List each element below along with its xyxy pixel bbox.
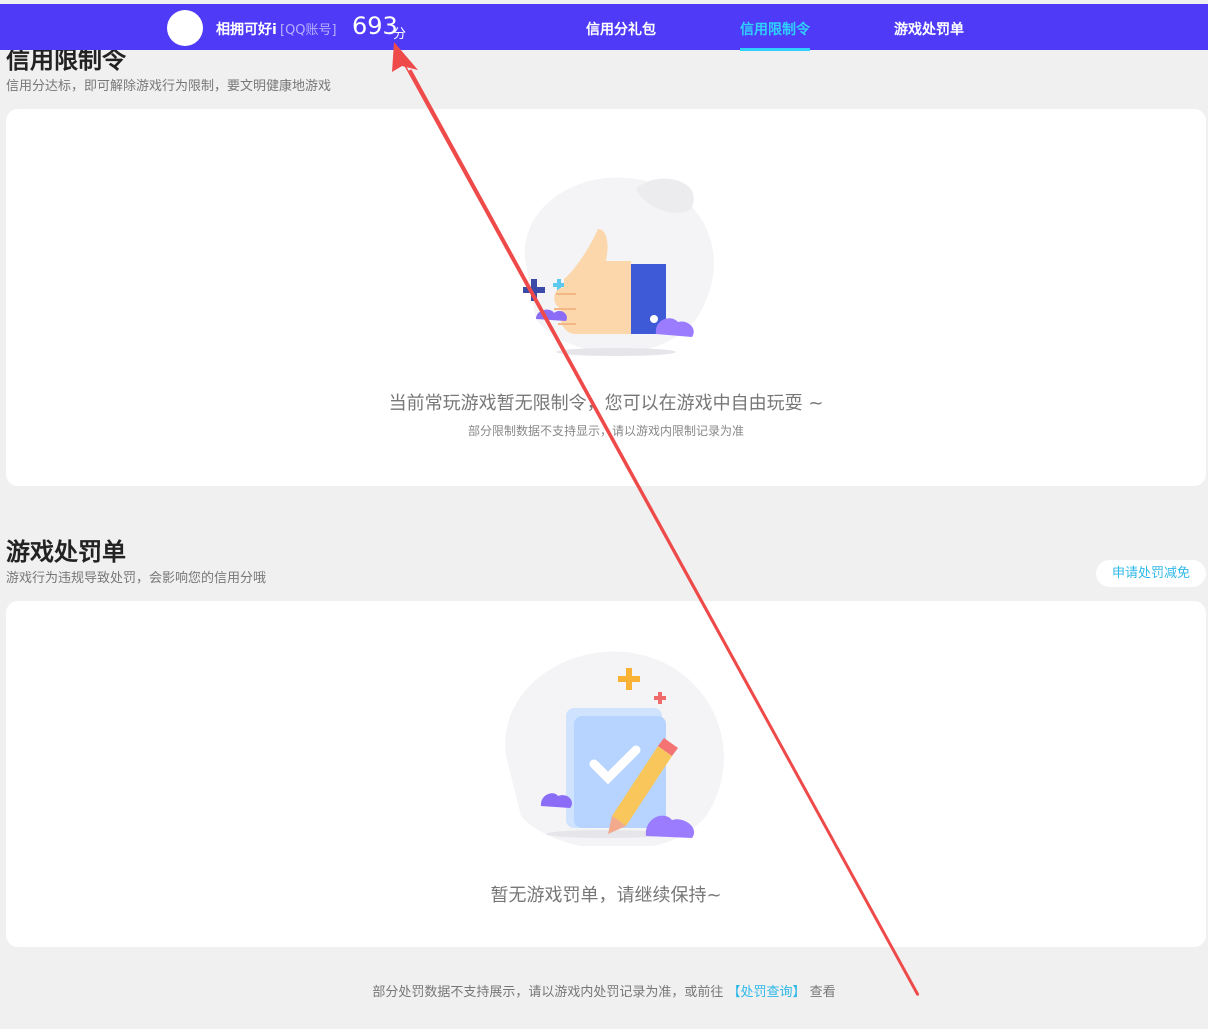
username: 相拥可好i <box>216 22 277 38</box>
penalty-section-desc: 游戏行为违规导致处罚，会影响您的信用分哦 <box>6 571 267 586</box>
nav-game-penalty[interactable]: 游戏处罚单 <box>894 19 964 39</box>
user-avatar[interactable] <box>167 10 203 46</box>
penalty-empty-message: 暂无游戏罚单，请继续保持~ <box>490 885 722 906</box>
credit-score: 693 <box>352 12 398 40</box>
top-navigation-bar: 相拥可好i [QQ账号] 693 分 信用分礼包 信用限制令 游戏处罚单 <box>0 4 1208 51</box>
apply-penalty-reduction-button[interactable]: 申请处罚减免 <box>1096 560 1206 587</box>
credit-score-unit: 分 <box>393 27 407 42</box>
restriction-empty-subtext: 部分限制数据不支持显示，请以游戏内限制记录为准 <box>467 424 744 438</box>
thumbs-up-illustration-icon <box>523 177 714 356</box>
footer-suffix: 查看 <box>809 985 836 1000</box>
penalty-card: 暂无游戏罚单，请继续保持~ <box>6 601 1206 947</box>
account-type: [QQ账号] <box>280 23 337 38</box>
active-tab-indicator <box>740 48 810 51</box>
restriction-empty-message: 当前常玩游戏暂无限制令，您可以在游戏中自由玩耍 ~ <box>388 393 824 414</box>
penalty-query-link[interactable]: 【处罚查询】 <box>727 985 805 1000</box>
clipboard-check-illustration-icon <box>505 651 724 846</box>
footer-note: 部分处罚数据不支持展示，请以游戏内处罚记录为准，或前往 【处罚查询】 查看 <box>0 981 1208 1000</box>
restriction-card: 当前常玩游戏暂无限制令，您可以在游戏中自由玩耍 ~ 部分限制数据不支持显示，请以… <box>6 109 1206 486</box>
penalty-section-title: 游戏处罚单 <box>6 538 126 566</box>
nav-credit-gift[interactable]: 信用分礼包 <box>586 19 656 39</box>
restriction-section-desc: 信用分达标，即可解除游戏行为限制，要文明健康地游戏 <box>6 79 332 94</box>
footer-prefix: 部分处罚数据不支持展示，请以游戏内处罚记录为准，或前往 <box>372 985 724 1000</box>
nav-credit-restriction[interactable]: 信用限制令 <box>740 19 810 39</box>
